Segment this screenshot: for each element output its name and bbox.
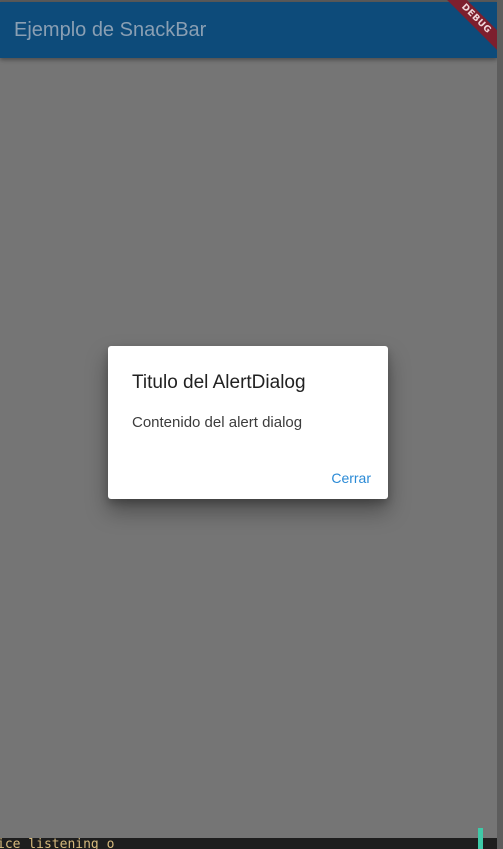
app-bar-title: Ejemplo de SnackBar (14, 19, 207, 41)
editor-accent-bar (478, 828, 483, 849)
terminal-strip: ice listening o (0, 838, 497, 849)
alert-dialog: Titulo del AlertDialog Contenido del ale… (108, 346, 388, 499)
app-bar: Ejemplo de SnackBar (0, 2, 497, 58)
dialog-content: Contenido del alert dialog (132, 414, 303, 431)
debug-banner: DEBUG (437, 0, 497, 60)
window-right-edge (497, 0, 503, 849)
debug-ribbon-label: DEBUG (440, 0, 497, 55)
app-window: Ejemplo de SnackBar DEBUG Titulo del Ale… (0, 0, 497, 849)
terminal-output: ice listening o (0, 838, 115, 849)
close-button[interactable]: Cerrar (331, 470, 371, 486)
dialog-title: Titulo del AlertDialog (132, 372, 306, 393)
